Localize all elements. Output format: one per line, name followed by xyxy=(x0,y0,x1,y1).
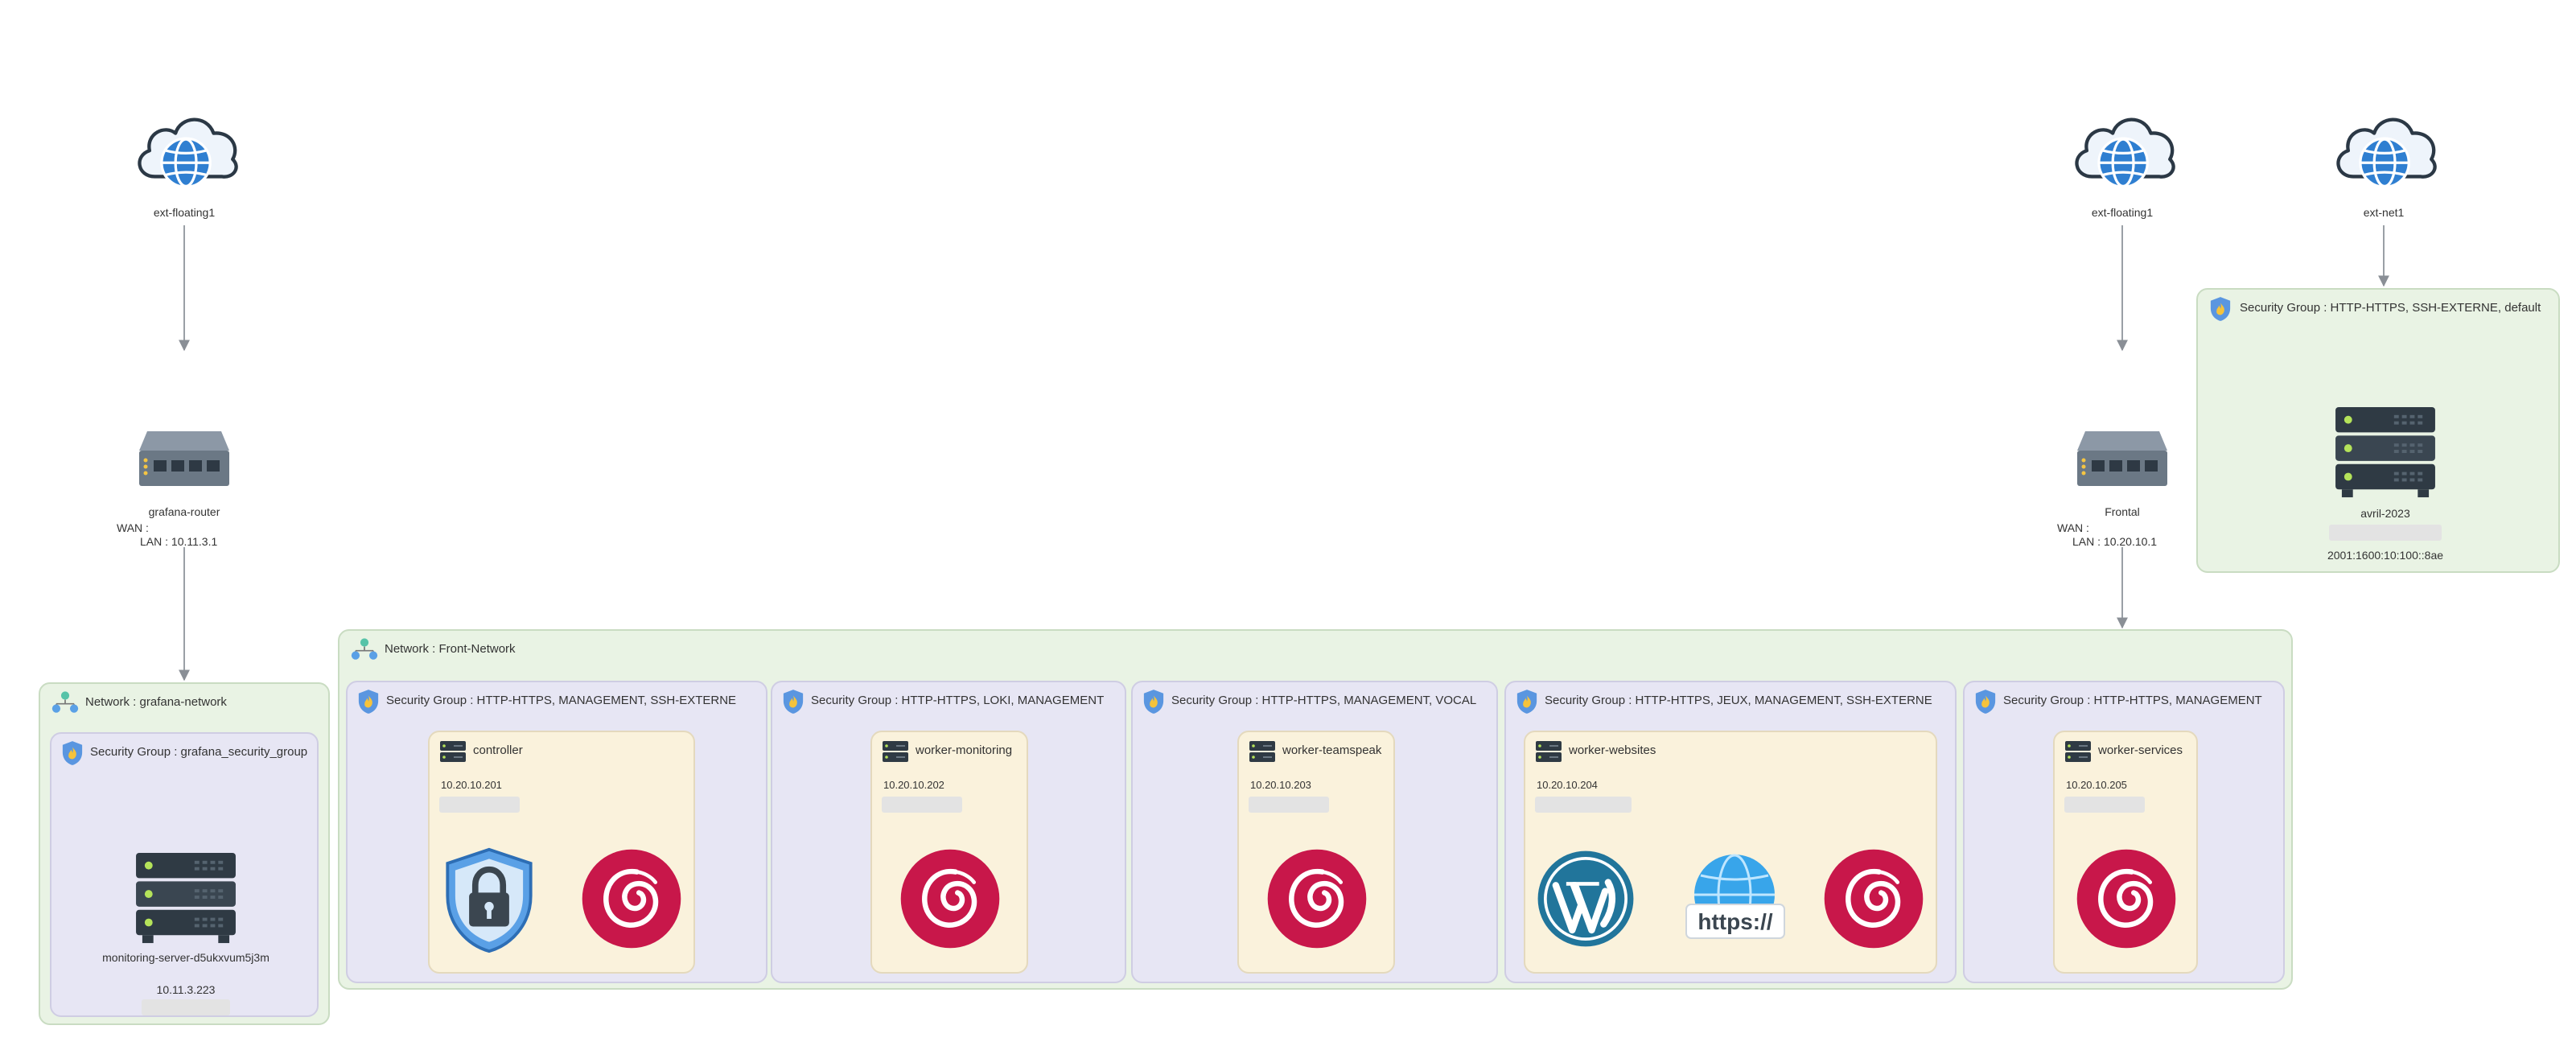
redacted-value xyxy=(439,797,520,813)
vm-worker-monitoring[interactable]: worker-monitoring 10.20.10.202 xyxy=(870,731,1028,974)
cloud-ext-floating-mid[interactable] xyxy=(2066,105,2179,201)
cloud-label-left: ext-floating1 xyxy=(153,206,216,219)
vm-worker-websites[interactable]: worker-websites 10.20.10.204 https:// xyxy=(1524,731,1937,974)
cloud-label-right: ext-net1 xyxy=(2363,206,2405,219)
security-group-title: Security Group : HTTP-HTTPS, JEUX, MANAG… xyxy=(1545,694,1932,707)
security-group-grafana[interactable]: Security Group : grafana_security_group … xyxy=(50,732,319,1017)
vm-worker-services[interactable]: worker-services 10.20.10.205 xyxy=(2053,731,2198,974)
server-rack-icon xyxy=(134,851,238,946)
router-wan-frontal: WAN : xyxy=(2057,521,2089,534)
shield-flame-icon xyxy=(357,689,380,714)
network-icon xyxy=(51,690,79,714)
vm-ip: 10.20.10.205 xyxy=(2066,779,2127,791)
server-ip-avril: 2001:1600:10:100::8ae xyxy=(2327,549,2444,562)
network-front[interactable]: Network : Front-Network Security Group :… xyxy=(338,629,2293,990)
security-group-controller[interactable]: Security Group : HTTP-HTTPS, MANAGEMENT,… xyxy=(346,681,767,983)
cloud-globe-icon xyxy=(2327,105,2440,193)
security-group-monitoring[interactable]: Security Group : HTTP-HTTPS, LOKI, MANAG… xyxy=(771,681,1126,983)
vm-name: worker-services xyxy=(2098,743,2183,757)
security-group-services[interactable]: Security Group : HTTP-HTTPS, MANAGEMENT … xyxy=(1963,681,2285,983)
debian-logo-icon xyxy=(898,846,1002,951)
frontal-router[interactable] xyxy=(2074,425,2171,489)
server-name-avril: avril-2023 xyxy=(2360,507,2410,520)
security-group-title: Security Group : HTTP-HTTPS, MANAGEMENT xyxy=(2003,694,2262,707)
grafana-router[interactable] xyxy=(136,425,232,489)
vm-server-icon xyxy=(882,740,909,763)
vm-controller[interactable]: controller 10.20.10.201 xyxy=(428,731,695,974)
vm-server-icon xyxy=(1249,740,1276,763)
redacted-value xyxy=(2329,525,2442,541)
security-group-title: Security Group : HTTP-HTTPS, MANAGEMENT,… xyxy=(1171,694,1477,707)
security-group-websites[interactable]: Security Group : HTTP-HTTPS, JEUX, MANAG… xyxy=(1504,681,1957,983)
security-group-title: Security Group : HTTP-HTTPS, LOKI, MANAG… xyxy=(811,694,1105,707)
https-text: https:// xyxy=(1697,909,1773,934)
vm-name: controller xyxy=(473,743,523,757)
network-grafana[interactable]: Network : grafana-network Security Group… xyxy=(39,682,330,1025)
router-name-frontal: Frontal xyxy=(2105,505,2140,518)
vm-server-icon xyxy=(439,740,467,763)
network-icon xyxy=(351,637,378,661)
cloud-globe-icon xyxy=(2066,105,2179,193)
network-title: Network : Front-Network xyxy=(385,642,516,656)
shield-flame-icon xyxy=(1142,689,1165,714)
router-lan-frontal: LAN : 10.20.10.1 xyxy=(2072,535,2158,548)
shield-flame-icon xyxy=(782,689,804,714)
lock-shield-icon xyxy=(442,846,536,954)
router-switch-icon xyxy=(2074,425,2171,489)
vm-ip: 10.20.10.201 xyxy=(441,779,502,791)
redacted-value xyxy=(142,999,230,1015)
router-switch-icon xyxy=(136,425,232,489)
shield-flame-icon xyxy=(61,740,84,766)
vm-ip: 10.20.10.202 xyxy=(883,779,944,791)
debian-logo-icon xyxy=(1821,846,1926,951)
shield-flame-icon xyxy=(2209,296,2232,322)
router-lan-grafana: LAN : 10.11.3.1 xyxy=(140,535,218,548)
debian-logo-icon xyxy=(579,846,684,951)
server-name-monitoring: monitoring-server-d5ukxvum5j3m xyxy=(102,951,270,964)
cloud-globe-icon xyxy=(129,105,241,193)
security-group-title: Security Group : HTTP-HTTPS, MANAGEMENT,… xyxy=(386,694,737,707)
security-group-teamspeak[interactable]: Security Group : HTTP-HTTPS, MANAGEMENT,… xyxy=(1131,681,1498,983)
server-avril[interactable] xyxy=(2333,406,2438,502)
server-rack-icon xyxy=(2333,406,2438,500)
debian-logo-icon xyxy=(2074,846,2179,951)
vm-name: worker-websites xyxy=(1569,743,1656,757)
security-group-avril[interactable]: Security Group : HTTP-HTTPS, SSH-EXTERNE… xyxy=(2196,288,2560,573)
shield-flame-icon xyxy=(1516,689,1538,714)
https-icon: https:// xyxy=(1683,851,1788,948)
server-monitoring[interactable] xyxy=(134,851,238,948)
debian-logo-icon xyxy=(1265,846,1369,951)
redacted-value xyxy=(1535,797,1632,813)
wordpress-logo-icon xyxy=(1533,846,1638,951)
vm-server-icon xyxy=(1535,740,1562,763)
redacted-value xyxy=(2064,797,2145,813)
shield-flame-icon xyxy=(1974,689,1997,714)
cloud-ext-floating-left[interactable] xyxy=(129,105,241,201)
vm-worker-teamspeak[interactable]: worker-teamspeak 10.20.10.203 xyxy=(1237,731,1395,974)
network-title: Network : grafana-network xyxy=(85,695,227,709)
vm-ip: 10.20.10.204 xyxy=(1537,779,1598,791)
security-group-title: Security Group : grafana_security_group xyxy=(90,745,308,759)
redacted-value xyxy=(882,797,962,813)
redacted-value xyxy=(1249,797,1329,813)
vm-server-icon xyxy=(2064,740,2092,763)
router-wan-grafana: WAN : xyxy=(117,521,149,534)
vm-name: worker-monitoring xyxy=(916,743,1013,757)
router-name-grafana: grafana-router xyxy=(148,505,220,518)
vm-name: worker-teamspeak xyxy=(1282,743,1382,757)
server-ip-monitoring: 10.11.3.223 xyxy=(156,983,216,996)
cloud-ext-net[interactable] xyxy=(2327,105,2440,201)
cloud-label-mid: ext-floating1 xyxy=(2091,206,2154,219)
vm-ip: 10.20.10.203 xyxy=(1250,779,1311,791)
security-group-title: Security Group : HTTP-HTTPS, SSH-EXTERNE… xyxy=(2240,301,2541,315)
